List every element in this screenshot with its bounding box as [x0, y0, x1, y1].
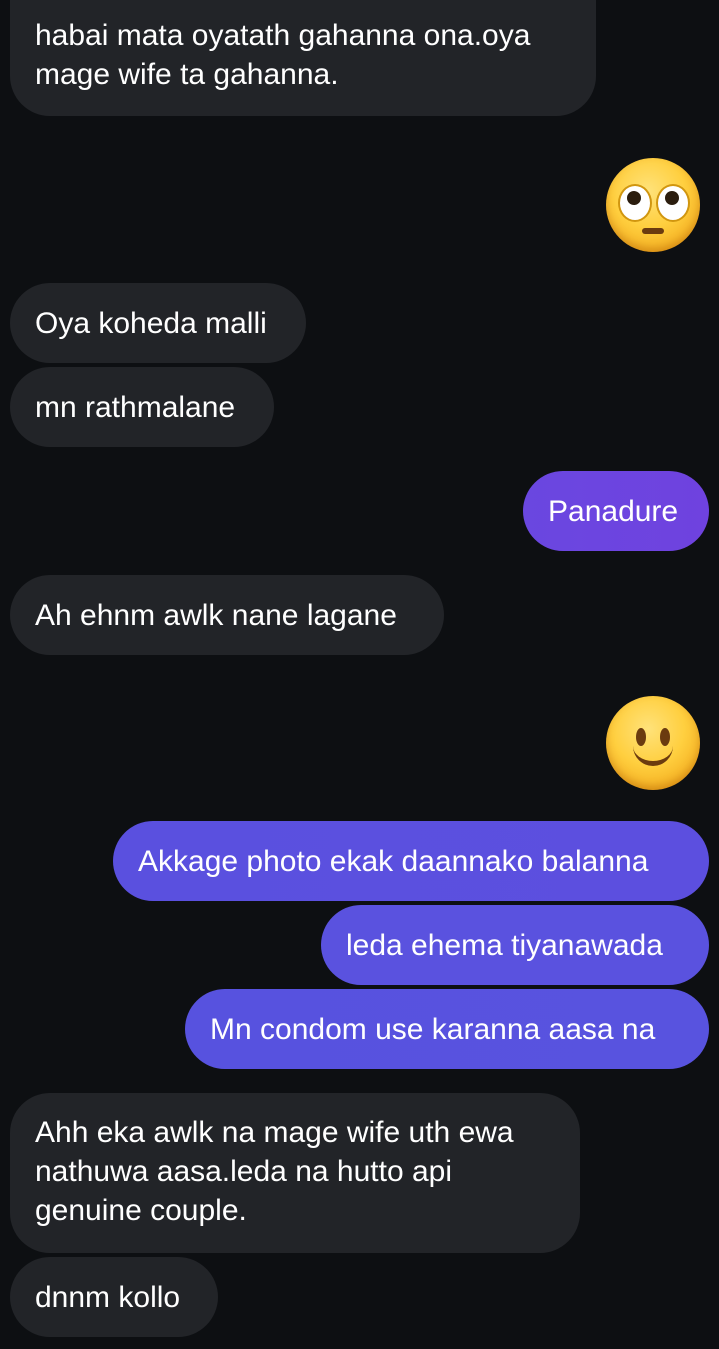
message-text: mn rathmalane: [35, 390, 236, 424]
message-text: Oya koheda malli: [35, 306, 267, 340]
chat-thread: habai mata oyatath gahanna ona.oya mage …: [0, 0, 719, 1349]
left-eye: [618, 184, 652, 222]
message-text: leda ehema tiyanawada: [346, 928, 663, 962]
incoming-message-bubble[interactable]: Ah ehnm awlk nane lagane: [10, 575, 444, 655]
message-text: Panadure: [548, 494, 679, 528]
incoming-message-bubble[interactable]: Oya koheda malli: [10, 283, 306, 363]
message-text: Ahh eka awlk na mage wife uth ewa nathuw…: [35, 1116, 514, 1227]
left-pupil: [627, 191, 641, 205]
slightly-smiling-face-icon[interactable]: [606, 696, 700, 790]
outgoing-message-bubble[interactable]: leda ehema tiyanawada: [321, 905, 709, 985]
message-text: Mn condom use karanna aasa na: [210, 1012, 656, 1046]
incoming-message-bubble[interactable]: dnnm kollo: [10, 1257, 218, 1337]
mouth: [642, 228, 664, 234]
message-text: Ah ehnm awlk nane lagane: [35, 598, 397, 632]
right-eye: [656, 184, 690, 222]
message-text: habai mata oyatath gahanna ona.oya mage …: [35, 19, 531, 91]
outgoing-message-bubble[interactable]: Panadure: [523, 471, 709, 551]
mouth: [633, 741, 673, 766]
right-pupil: [665, 191, 679, 205]
message-text: Akkage photo ekak daannako balanna: [138, 844, 649, 878]
outgoing-message-bubble[interactable]: Akkage photo ekak daannako balanna: [113, 821, 709, 901]
face-with-rolling-eyes-icon[interactable]: [606, 158, 700, 252]
incoming-message-bubble[interactable]: habai mata oyatath gahanna ona.oya mage …: [10, 0, 596, 116]
message-text: dnnm kollo: [35, 1280, 181, 1314]
incoming-message-bubble[interactable]: Ahh eka awlk na mage wife uth ewa nathuw…: [10, 1093, 580, 1253]
incoming-message-bubble[interactable]: mn rathmalane: [10, 367, 274, 447]
outgoing-message-bubble[interactable]: Mn condom use karanna aasa na: [185, 989, 709, 1069]
